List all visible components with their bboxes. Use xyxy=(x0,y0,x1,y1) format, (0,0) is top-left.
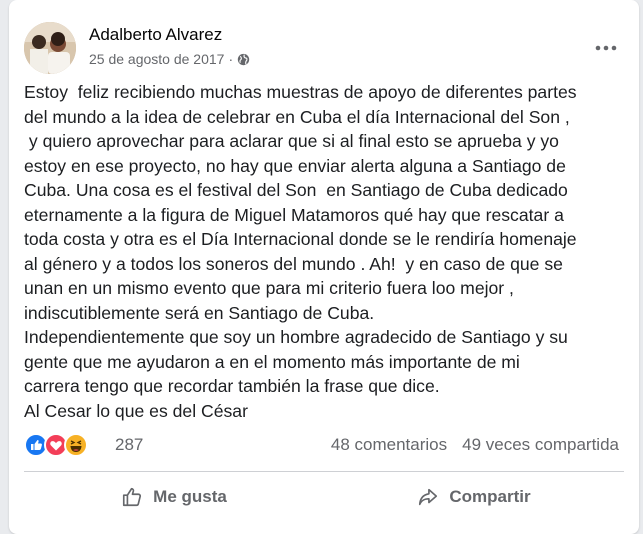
thumbs-up-icon xyxy=(123,487,142,507)
share-arrow-icon xyxy=(419,488,438,506)
like-button[interactable]: Me gusta xyxy=(24,474,324,520)
share-button-label: Compartir xyxy=(449,487,531,506)
action-bar: Me gusta Compartir xyxy=(24,474,624,520)
comments-count[interactable]: 48 comentarios xyxy=(331,435,447,455)
post-header: Adalberto Alvarez 25 de agosto de 2017 · xyxy=(24,22,624,74)
reaction-count[interactable]: 287 xyxy=(115,435,143,455)
post-card: Adalberto Alvarez 25 de agosto de 2017 ·… xyxy=(9,0,639,534)
reactions-row: 287 48 comentarios 49 veces compartida xyxy=(24,430,624,458)
share-button[interactable]: Compartir xyxy=(324,474,624,520)
post-text: Estoy feliz recibiendo muchas muestras d… xyxy=(24,82,577,421)
avatar[interactable] xyxy=(24,22,76,74)
reaction-icons[interactable] xyxy=(24,433,104,457)
post-stats: 48 comentarios 49 veces compartida xyxy=(331,435,619,455)
post-date[interactable]: 25 de agosto de 2017 xyxy=(89,51,224,67)
more-dots-icon xyxy=(595,45,617,51)
shares-count[interactable]: 49 veces compartida xyxy=(462,435,619,455)
divider xyxy=(24,471,624,472)
author-name[interactable]: Adalberto Alvarez xyxy=(89,25,222,45)
like-button-label: Me gusta xyxy=(153,487,227,506)
more-options-button[interactable] xyxy=(588,30,624,66)
globe-icon xyxy=(237,53,250,65)
haha-icon xyxy=(64,433,88,457)
post-meta: 25 de agosto de 2017 · xyxy=(89,51,250,67)
